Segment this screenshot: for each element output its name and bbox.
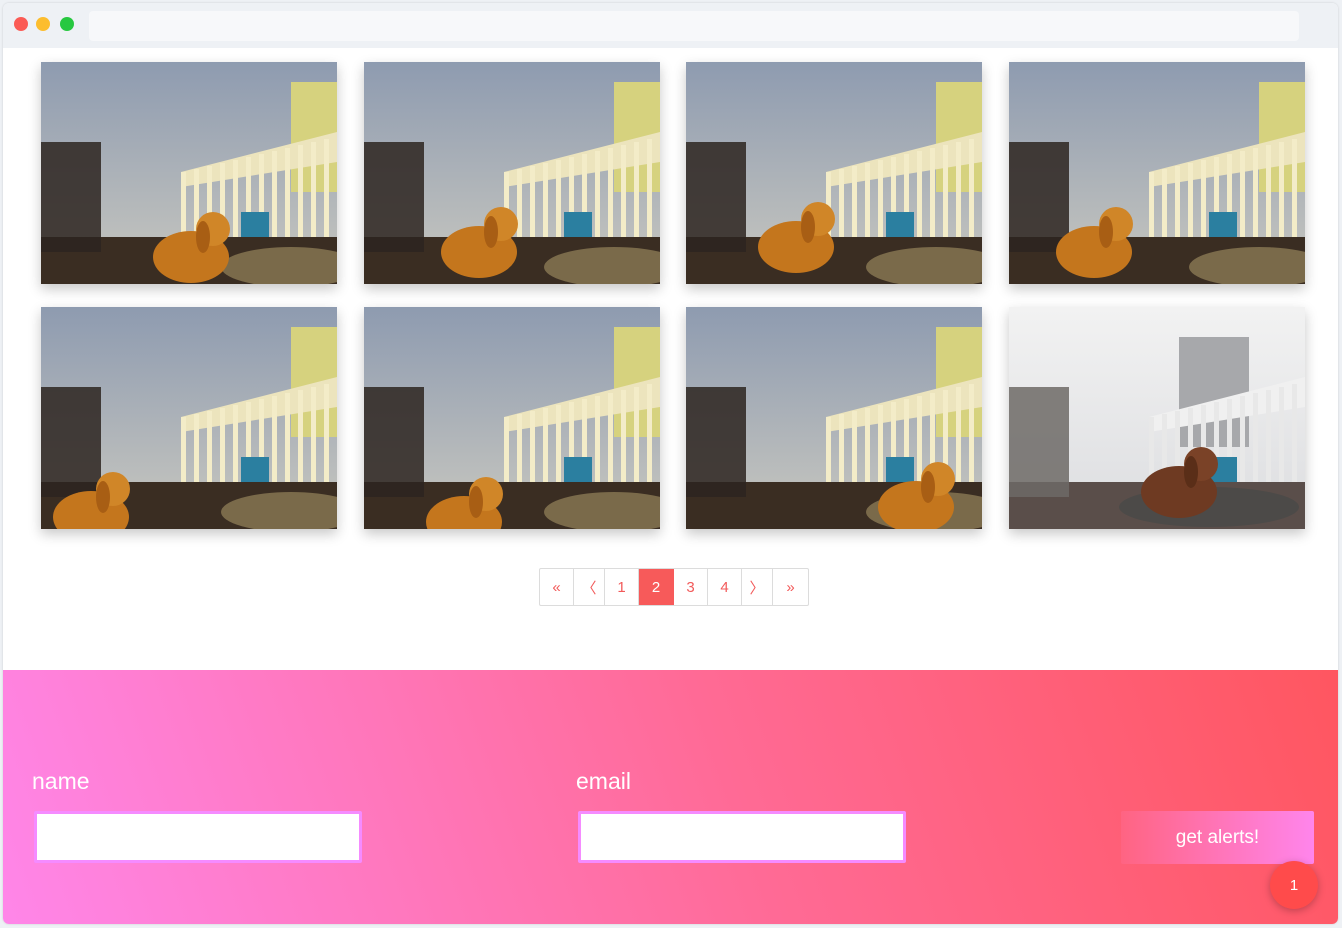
pagination-prev-button[interactable]: 〈 bbox=[574, 569, 605, 605]
gallery-image[interactable] bbox=[41, 307, 337, 529]
pagination: « 〈 1 2 3 4 〉 » bbox=[539, 568, 809, 606]
gallery-image[interactable] bbox=[1009, 307, 1305, 529]
email-input[interactable] bbox=[578, 811, 906, 863]
pagination-page-3[interactable]: 3 bbox=[674, 569, 708, 605]
email-label: email bbox=[576, 768, 631, 794]
gallery-image[interactable] bbox=[41, 62, 337, 284]
browser-window: « 〈 1 2 3 4 〉 » name email get alerts! 1 bbox=[3, 3, 1338, 924]
gallery-image[interactable] bbox=[686, 307, 982, 529]
close-window-button[interactable] bbox=[14, 17, 28, 31]
pagination-page-2[interactable]: 2 bbox=[639, 569, 674, 605]
name-label: name bbox=[32, 768, 90, 794]
address-bar[interactable] bbox=[89, 11, 1299, 41]
title-bar bbox=[3, 3, 1338, 48]
pagination-next-button[interactable]: 〉 bbox=[742, 569, 773, 605]
get-alerts-button[interactable]: get alerts! bbox=[1121, 811, 1314, 864]
gallery-image[interactable] bbox=[364, 307, 660, 529]
notification-badge[interactable]: 1 bbox=[1270, 861, 1318, 909]
gallery-image[interactable] bbox=[686, 62, 982, 284]
pagination-last-button[interactable]: » bbox=[773, 569, 808, 605]
alert-signup-footer: name email get alerts! 1 bbox=[3, 670, 1338, 924]
gallery-image[interactable] bbox=[1009, 62, 1305, 284]
gallery-image[interactable] bbox=[364, 62, 660, 284]
maximize-window-button[interactable] bbox=[60, 17, 74, 31]
pagination-page-1[interactable]: 1 bbox=[605, 569, 639, 605]
pagination-first-button[interactable]: « bbox=[540, 569, 574, 605]
name-input[interactable] bbox=[34, 811, 362, 863]
pagination-page-4[interactable]: 4 bbox=[708, 569, 742, 605]
minimize-window-button[interactable] bbox=[36, 17, 50, 31]
